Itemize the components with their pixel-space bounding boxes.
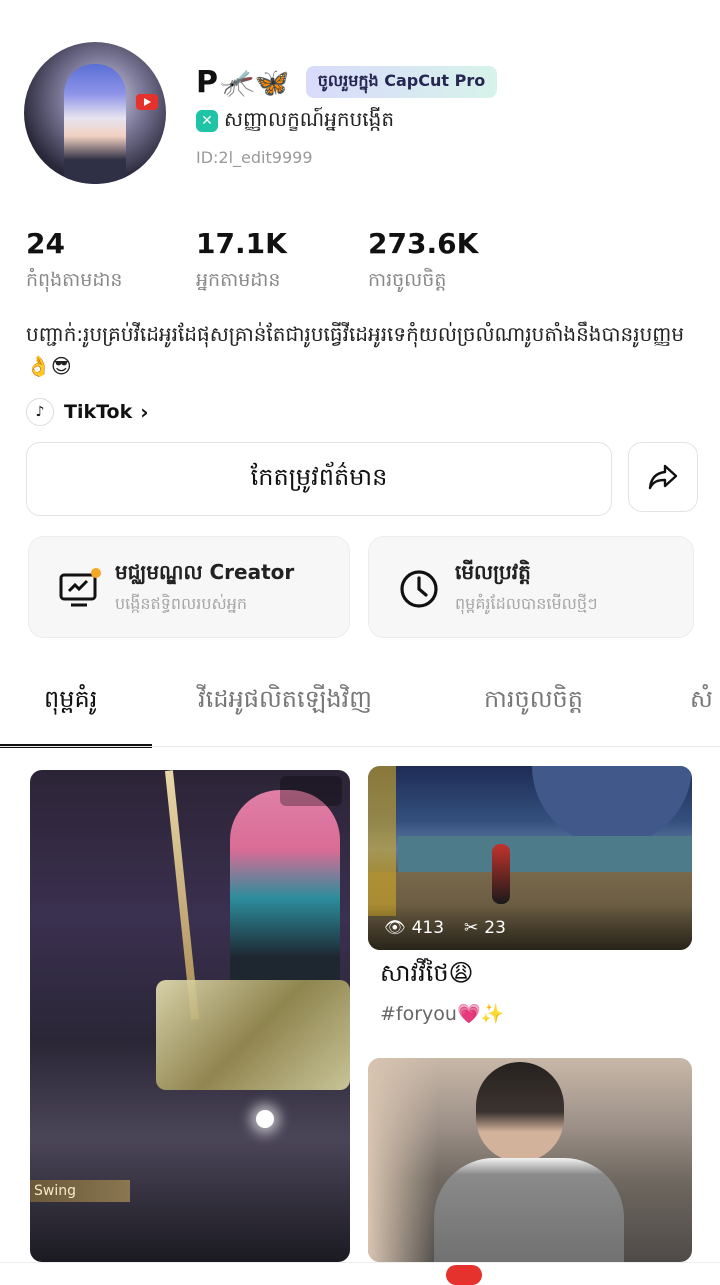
view-history-card[interactable]: មើលប្រវត្តិ ពុម្ពគំរូដែលបានមើលថ្មីៗ	[368, 536, 694, 638]
template-tags: #foryou💗✨	[380, 1003, 505, 1025]
creator-badge-row[interactable]: ✕ សញ្ញាលក្ខណ៍អ្នកបង្កើត	[196, 106, 394, 136]
views-count: 413	[411, 918, 445, 938]
card-title: មើលប្រវត្តិ	[455, 560, 531, 584]
thumb-art	[476, 1062, 564, 1162]
tab-remakes[interactable]: វីដេអូផលិតឡើងវិញ	[198, 684, 372, 719]
avatar[interactable]	[24, 42, 166, 184]
stat-value: 24	[26, 227, 65, 260]
share-button[interactable]	[628, 442, 698, 512]
create-button[interactable]	[446, 1265, 482, 1285]
profile-name-row: P 🦟🦋 ចូលរួមក្នុង CapCut Pro	[196, 64, 498, 100]
avatar-figure	[64, 64, 126, 184]
creator-badge-label: សញ្ញាលក្ខណ៍អ្នកបង្កើត	[224, 107, 395, 131]
stat-value: 273.6K	[368, 227, 479, 260]
thumb-art	[492, 844, 510, 904]
thumb-art	[434, 1158, 624, 1262]
monitor-chart-icon	[59, 568, 101, 607]
eye-icon: 👁	[384, 918, 406, 938]
youtube-icon	[136, 94, 158, 110]
stat-following[interactable]: 24 កំពុងតាមដាន	[26, 226, 122, 296]
stat-followers[interactable]: 17.1K អ្នកតាមដាន	[196, 226, 287, 296]
card-subtitle: បង្កើនឥទ្ធិពលរបស់អ្នក	[115, 594, 248, 613]
edit-profile-button[interactable]: កែតម្រូវព័ត៌មាន	[26, 442, 612, 516]
thumb-badge	[280, 776, 342, 806]
capcut-logo-icon: ✕	[196, 110, 218, 132]
stat-label: ការចូលចិត្ត	[368, 269, 447, 291]
stat-label: កំពុងតាមដាន	[26, 269, 123, 291]
stat-likes[interactable]: 273.6K ការចូលចិត្ត	[368, 226, 478, 296]
tab-likes[interactable]: ការចូលចិត្ត	[484, 684, 583, 719]
stat-label: អ្នកតាមដាន	[196, 269, 281, 291]
tiktok-label: TikTok	[64, 401, 133, 423]
creator-center-card[interactable]: មជ្ឈមណ្ឌល Creator បង្កើនឥទ្ធិពលរបស់អ្នក	[28, 536, 350, 638]
share-arrow-icon	[648, 464, 678, 490]
thumb-art	[368, 1058, 438, 1262]
thumb-tag: Swing	[30, 1180, 130, 1202]
thumb-art	[256, 1110, 274, 1128]
tab-more[interactable]: សំ	[690, 684, 713, 719]
stat-value: 17.1K	[196, 227, 287, 260]
template-thumbnail[interactable]: 👁 413 ✂ 23	[368, 766, 692, 950]
template-title[interactable]: សាវវីថៃ😩	[380, 958, 474, 993]
uses-count: 23	[484, 918, 506, 938]
user-id: ID:2l_edit9999	[196, 148, 313, 167]
thumb-art	[156, 980, 350, 1090]
thumb-art	[398, 836, 692, 872]
capcut-pro-badge[interactable]: ចូលរួមក្នុង CapCut Pro	[305, 66, 498, 98]
tab-templates[interactable]: ពុម្ពគំរូ	[44, 684, 97, 719]
clock-icon	[400, 570, 438, 608]
thumb-art	[532, 766, 692, 846]
tiktok-icon: ♪	[26, 398, 54, 426]
card-subtitle: ពុម្ពគំរូដែលបានមើលថ្មីៗ	[455, 594, 598, 613]
divider	[0, 746, 720, 747]
thumb-art	[368, 766, 396, 916]
tiktok-link[interactable]: ♪ TikTok ›	[26, 398, 149, 426]
profile-tabs: ពុម្ពគំរូ វីដេអូផលិតឡើងវិញ ការចូលចិត្ត ស…	[0, 672, 720, 748]
chevron-right-icon: ›	[140, 400, 149, 424]
bottom-bar	[0, 1262, 720, 1285]
profile-name-emojis: 🦟🦋	[220, 65, 290, 99]
profile-bio: បញ្ជាក់:រូបគ្រប់វីដេអូរដែផុសគ្រាន់តែជារូ…	[26, 322, 685, 378]
profile-name: P	[196, 64, 218, 100]
card-title: មជ្ឈមណ្ឌល Creator	[115, 560, 295, 584]
thumb-stats: 👁 413 ✂ 23	[384, 918, 512, 938]
scissors-icon: ✂	[464, 918, 479, 938]
template-thumbnail[interactable]	[368, 1058, 692, 1262]
